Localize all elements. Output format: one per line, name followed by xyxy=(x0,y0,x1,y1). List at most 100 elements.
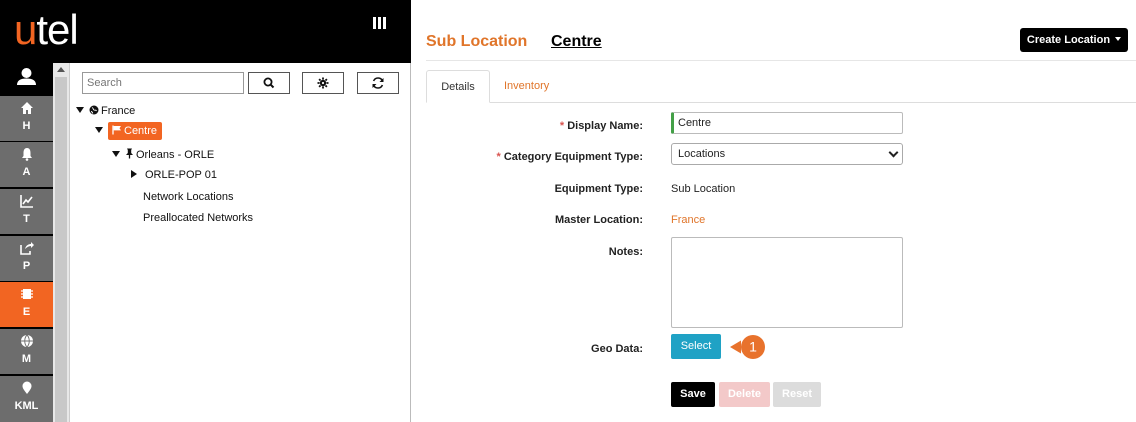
tab-details[interactable]: Details xyxy=(426,70,490,103)
user-icon[interactable] xyxy=(0,63,53,95)
rail-label: P xyxy=(22,260,31,272)
save-button[interactable]: Save xyxy=(671,382,715,407)
callout-number: 1 xyxy=(749,339,757,355)
logo-rest: tel xyxy=(36,6,78,53)
rail-item-p[interactable]: P xyxy=(0,236,53,281)
page-subtitle-link[interactable]: Centre xyxy=(551,33,602,51)
nav-rail: H A T P E M KML xyxy=(0,63,53,422)
required-mark: * xyxy=(496,151,501,163)
collapsed-triangle-icon[interactable] xyxy=(131,170,137,178)
master-location-label: Master Location: xyxy=(411,214,643,226)
caret-down-icon xyxy=(1115,37,1122,41)
category-equipment-type-label: * Category Equipment Type: xyxy=(411,151,644,163)
tree-node-label: Network Locations xyxy=(143,191,234,203)
tree-search-input[interactable] xyxy=(82,72,244,94)
tree-node-label: Centre xyxy=(124,125,158,137)
map-pin-icon xyxy=(0,381,53,399)
category-equipment-type-select[interactable]: Locations xyxy=(671,143,903,165)
expand-triangle-icon[interactable] xyxy=(76,107,84,113)
settings-button[interactable] xyxy=(302,72,344,94)
globe-icon xyxy=(0,334,53,352)
equipment-type-value: Sub Location xyxy=(671,183,736,195)
search-button[interactable] xyxy=(248,72,290,94)
master-location-link[interactable]: France xyxy=(671,214,705,226)
create-location-button[interactable]: Create Location xyxy=(1020,28,1128,52)
tree-node-network-locations[interactable]: Network Locations xyxy=(143,191,234,203)
tree-scrollbar[interactable] xyxy=(53,63,70,422)
required-mark: * xyxy=(559,120,565,132)
rail-item-trends[interactable]: T xyxy=(0,189,53,234)
scroll-thumb[interactable] xyxy=(55,77,67,422)
rail-item-home[interactable]: H xyxy=(0,96,53,141)
step-callout-badge: 1 xyxy=(729,334,767,360)
tree-node-preallocated-networks[interactable]: Preallocated Networks xyxy=(143,212,253,224)
button-label: Save xyxy=(680,388,706,400)
tab-label: Details xyxy=(441,81,475,93)
chart-icon xyxy=(0,194,53,212)
button-label: Select xyxy=(680,340,712,352)
tree-node-centre[interactable]: Centre xyxy=(95,122,163,140)
rail-item-map[interactable]: M xyxy=(0,329,53,374)
tree-node-label: Preallocated Networks xyxy=(143,212,254,224)
rail-label: E xyxy=(22,306,31,318)
tree-node-label: Orleans - ORLE xyxy=(136,149,215,161)
delete-button[interactable]: Delete xyxy=(719,382,770,407)
label-text: Master Location: xyxy=(554,214,643,226)
rail-label: A xyxy=(22,166,31,178)
rail-label: KML xyxy=(14,400,39,412)
rail-item-kml[interactable]: KML xyxy=(0,376,53,422)
tree-node-orleans[interactable]: Orleans - ORLE xyxy=(112,148,214,161)
pin-icon xyxy=(126,148,133,159)
selected-node-chip[interactable]: Centre xyxy=(108,122,163,140)
refresh-icon xyxy=(372,77,384,89)
rail-item-alerts[interactable]: A xyxy=(0,142,53,187)
main-content: Sub Location Centre Create Location Deta… xyxy=(411,0,1136,422)
button-label: Delete xyxy=(727,388,762,400)
rail-label: H xyxy=(22,120,31,132)
create-location-label: Create Location xyxy=(1026,34,1111,46)
bars-icon[interactable] xyxy=(373,17,387,29)
button-label: Reset xyxy=(782,388,812,400)
label-text: Notes: xyxy=(608,246,643,258)
geo-data-label: Geo Data: xyxy=(411,343,643,355)
display-name-label: * Display Name: xyxy=(411,120,643,132)
expand-triangle-icon[interactable] xyxy=(112,151,120,157)
select-value: Locations xyxy=(678,148,726,160)
globe-icon xyxy=(89,105,99,115)
tree-node-france[interactable]: France xyxy=(76,105,135,117)
top-bar: utel xyxy=(0,0,411,63)
bell-icon xyxy=(0,147,53,165)
tree-node-label: ORLE-POP 01 xyxy=(145,169,217,181)
chip-icon xyxy=(0,287,53,305)
scroll-up-arrow-icon[interactable] xyxy=(57,67,65,72)
refresh-button[interactable] xyxy=(357,72,399,94)
rail-item-equipment[interactable]: E xyxy=(0,282,53,327)
share-icon xyxy=(0,241,53,259)
utel-logo[interactable]: utel xyxy=(14,6,79,53)
tree-node-label: France xyxy=(101,105,136,117)
tab-label: Inventory xyxy=(504,80,550,92)
divider xyxy=(426,60,1136,61)
tree-node-orle-pop[interactable]: ORLE-POP 01 xyxy=(131,169,217,181)
label-text: Display Name: xyxy=(567,120,643,132)
home-icon xyxy=(0,101,53,119)
rail-label: T xyxy=(23,213,30,225)
display-name-input[interactable] xyxy=(671,112,903,134)
chevron-down-icon xyxy=(888,147,899,158)
logo-u: u xyxy=(14,6,37,53)
tab-inventory[interactable]: Inventory xyxy=(504,70,549,103)
expand-triangle-icon[interactable] xyxy=(95,127,103,133)
tab-bar: Details Inventory xyxy=(426,70,1136,103)
notes-label: Notes: xyxy=(411,246,643,258)
equipment-type-label: Equipment Type: xyxy=(411,183,643,195)
page-title: Sub Location xyxy=(426,33,528,50)
rail-label: M xyxy=(21,353,32,365)
notes-textarea[interactable] xyxy=(671,237,903,328)
location-tree-panel: France Centre Orleans - ORLE ORLE-POP 01… xyxy=(70,63,411,422)
search-icon xyxy=(263,77,275,89)
reset-button[interactable]: Reset xyxy=(773,382,821,407)
geo-select-button[interactable]: Select xyxy=(671,334,721,359)
flag-icon xyxy=(112,125,121,135)
label-text: Geo Data: xyxy=(591,343,643,355)
gear-icon xyxy=(317,77,329,89)
